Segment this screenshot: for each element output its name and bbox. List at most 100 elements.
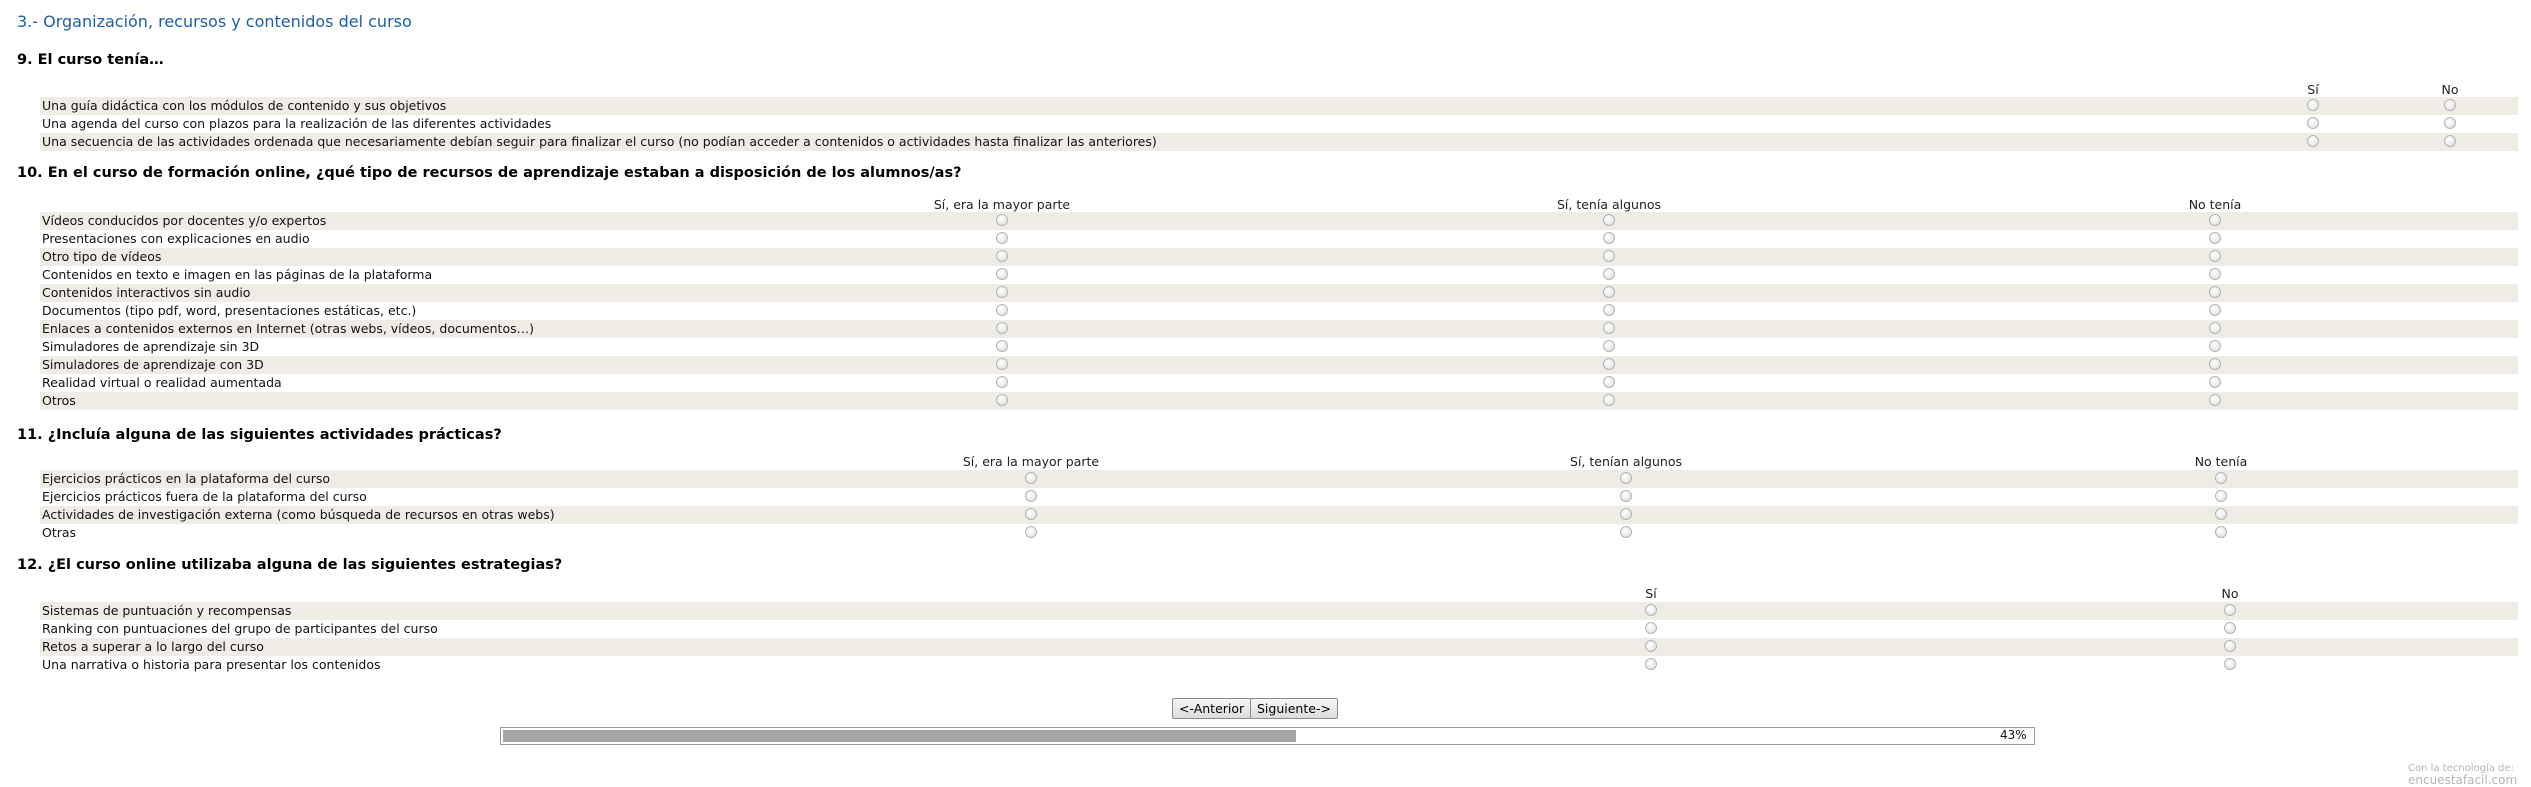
q11-radio-option[interactable]	[1025, 508, 1037, 520]
q10-radio-option[interactable]	[2209, 286, 2221, 298]
progress-bar	[500, 727, 2035, 745]
q11-radio-option[interactable]	[1620, 472, 1632, 484]
q9-radio-option[interactable]	[2444, 99, 2456, 111]
q10-radio-option[interactable]	[2209, 304, 2221, 316]
q11-radio-option[interactable]	[2215, 508, 2227, 520]
q11-radio-option[interactable]	[2215, 490, 2227, 502]
q10-row-label: Simuladores de aprendizaje sin 3D	[42, 339, 260, 354]
q10-radio-option[interactable]	[2209, 358, 2221, 370]
q12-row: Sistemas de puntuación y recompensas	[40, 602, 2518, 620]
q10-radio-option[interactable]	[2209, 250, 2221, 262]
q10-row: Contenidos en texto e imagen en las pági…	[40, 266, 2518, 284]
q12-radio-option[interactable]	[2224, 622, 2236, 634]
q12-row-label: Una narrativa o historia para presentar …	[42, 657, 381, 672]
q9-title: 9. El curso tenía…	[17, 52, 164, 68]
q10-row: Enlaces a contenidos externos en Interne…	[40, 320, 2518, 338]
q11-row-label: Actividades de investigación externa (co…	[42, 507, 555, 522]
q10-radio-option[interactable]	[2209, 394, 2221, 406]
q9-radio-option[interactable]	[2307, 99, 2319, 111]
q10-radio-option[interactable]	[996, 286, 1008, 298]
q12-radio-option[interactable]	[1645, 622, 1657, 634]
q12-row: Ranking con puntuaciones del grupo de pa…	[40, 620, 2518, 638]
q10-radio-option[interactable]	[996, 250, 1008, 262]
q10-radio-option[interactable]	[996, 376, 1008, 388]
q9-radio-option[interactable]	[2307, 135, 2319, 147]
q12-radio-option[interactable]	[1645, 640, 1657, 652]
q12-title: 12. ¿El curso online utilizaba alguna de…	[17, 557, 563, 573]
q9-column-header: No	[2441, 82, 2459, 97]
q10-radio-option[interactable]	[2209, 268, 2221, 280]
q10-radio-option[interactable]	[1603, 376, 1615, 388]
q12-row: Una narrativa o historia para presentar …	[40, 656, 2518, 674]
q10-radio-option[interactable]	[1603, 358, 1615, 370]
q9-radio-option[interactable]	[2444, 135, 2456, 147]
q10-row: Vídeos conducidos por docentes y/o exper…	[40, 212, 2518, 230]
q11-radio-option[interactable]	[1025, 472, 1037, 484]
q10-radio-option[interactable]	[1603, 322, 1615, 334]
q10-radio-option[interactable]	[1603, 268, 1615, 280]
q11-column-header: Sí, tenían algunos	[1570, 454, 1682, 469]
q10-row: Otro tipo de vídeos	[40, 248, 2518, 266]
q12-radio-option[interactable]	[2224, 658, 2236, 670]
q10-radio-option[interactable]	[996, 358, 1008, 370]
q10-row: Otros	[40, 392, 2518, 410]
q10-radio-option[interactable]	[996, 394, 1008, 406]
q10-radio-option[interactable]	[2209, 376, 2221, 388]
q12-radio-option[interactable]	[2224, 640, 2236, 652]
q10-radio-option[interactable]	[1603, 250, 1615, 262]
q10-radio-option[interactable]	[1603, 394, 1615, 406]
q10-radio-option[interactable]	[1603, 304, 1615, 316]
q11-row: Ejercicios prácticos en la plataforma de…	[40, 470, 2518, 488]
q11-radio-option[interactable]	[1620, 508, 1632, 520]
q10-row-label: Otro tipo de vídeos	[42, 249, 162, 264]
q11-radio-option[interactable]	[1620, 526, 1632, 538]
q9-radio-option[interactable]	[2307, 117, 2319, 129]
q11-column-header: No tenía	[2194, 454, 2248, 469]
q11-radio-option[interactable]	[1025, 526, 1037, 538]
q10-radio-option[interactable]	[996, 214, 1008, 226]
q10-radio-option[interactable]	[996, 304, 1008, 316]
q11-row-label: Otras	[42, 525, 77, 540]
q11-radio-option[interactable]	[2215, 472, 2227, 484]
q11-radio-option[interactable]	[1620, 490, 1632, 502]
q10-radio-option[interactable]	[996, 340, 1008, 352]
q11-radio-option[interactable]	[2215, 526, 2227, 538]
q10-title: 10. En el curso de formación online, ¿qu…	[17, 165, 962, 181]
section-title: 3.- Organización, recursos y contenidos …	[17, 12, 412, 31]
q10-row-label: Realidad virtual o realidad aumentada	[42, 375, 282, 390]
q11-row-label: Ejercicios prácticos en la plataforma de…	[42, 471, 331, 486]
q9-row-label: Una guía didáctica con los módulos de co…	[42, 98, 447, 113]
q10-radio-option[interactable]	[2209, 322, 2221, 334]
q12-row-label: Sistemas de puntuación y recompensas	[42, 603, 292, 618]
q10-radio-option[interactable]	[2209, 232, 2221, 244]
q11-radio-option[interactable]	[1025, 490, 1037, 502]
q10-radio-option[interactable]	[1603, 286, 1615, 298]
previous-button[interactable]: <-Anterior	[1172, 698, 1252, 719]
q10-radio-option[interactable]	[2209, 340, 2221, 352]
q10-radio-option[interactable]	[2209, 214, 2221, 226]
q10-radio-option[interactable]	[1603, 232, 1615, 244]
q10-radio-option[interactable]	[996, 232, 1008, 244]
q12-row-label: Retos a superar a lo largo del curso	[42, 639, 264, 654]
q12-radio-option[interactable]	[1645, 604, 1657, 616]
q10-row-label: Enlaces a contenidos externos en Interne…	[42, 321, 534, 336]
q10-row-label: Otros	[42, 393, 76, 408]
q10-radio-option[interactable]	[1603, 214, 1615, 226]
q12-radio-option[interactable]	[1645, 658, 1657, 670]
q10-column-header: Sí, era la mayor parte	[933, 197, 1071, 212]
q10-radio-option[interactable]	[1603, 340, 1615, 352]
progress-fill	[503, 730, 1296, 742]
q12-radio-option[interactable]	[2224, 604, 2236, 616]
q10-column-header: Sí, tenía algunos	[1556, 197, 1662, 212]
q10-radio-option[interactable]	[996, 268, 1008, 280]
q11-row-label: Ejercicios prácticos fuera de la platafo…	[42, 489, 367, 504]
q12-row-label: Ranking con puntuaciones del grupo de pa…	[42, 621, 438, 636]
q9-radio-option[interactable]	[2444, 117, 2456, 129]
q11-row: Ejercicios prácticos fuera de la platafo…	[40, 488, 2518, 506]
next-button[interactable]: Siguiente->	[1250, 698, 1338, 719]
q10-row: Simuladores de aprendizaje con 3D	[40, 356, 2518, 374]
q10-radio-option[interactable]	[996, 322, 1008, 334]
q9-column-header: Sí	[2307, 82, 2319, 97]
q10-row: Simuladores de aprendizaje sin 3D	[40, 338, 2518, 356]
q10-row-label: Presentaciones con explicaciones en audi…	[42, 231, 310, 246]
